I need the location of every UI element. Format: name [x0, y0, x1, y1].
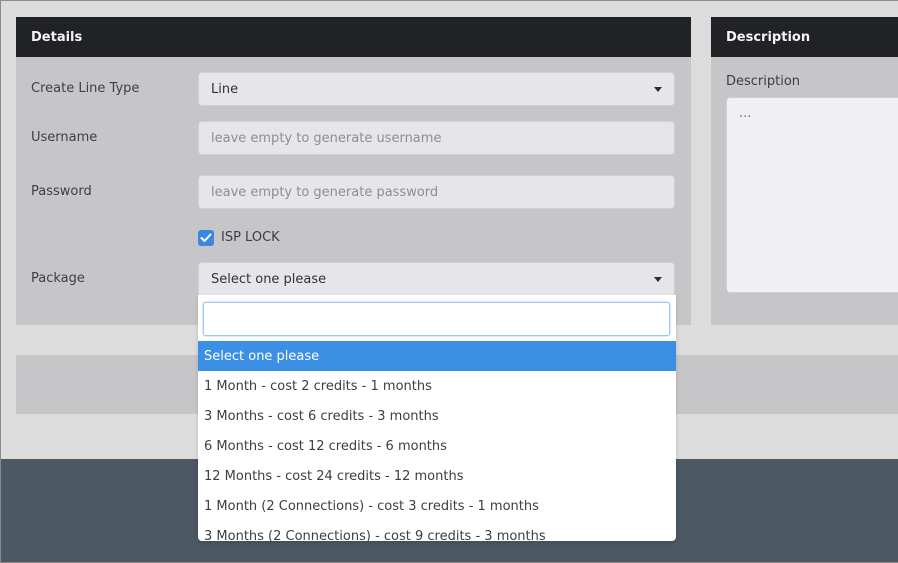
username-input[interactable]: leave empty to generate username — [198, 121, 675, 155]
check-icon — [200, 233, 212, 242]
password-placeholder: leave empty to generate password — [211, 184, 439, 200]
password-input[interactable]: leave empty to generate password — [198, 175, 675, 209]
package-option[interactable]: 3 Months (2 Connections) - cost 9 credit… — [198, 521, 676, 542]
package-option[interactable]: 3 Months - cost 6 credits - 3 months — [198, 401, 676, 431]
details-header: Details — [16, 17, 691, 57]
isp-lock-label: ISP LOCK — [221, 230, 280, 245]
line-type-select[interactable]: Line — [198, 72, 675, 106]
package-value: Select one please — [211, 271, 327, 287]
package-label: Package — [31, 271, 85, 286]
package-select[interactable]: Select one please — [198, 262, 675, 296]
password-label: Password — [31, 184, 92, 199]
package-options-list: Select one please 1 Month - cost 2 credi… — [198, 341, 676, 541]
package-search-input[interactable] — [203, 302, 670, 336]
description-label: Description — [726, 74, 801, 89]
isp-lock-checkbox[interactable] — [198, 230, 214, 246]
line-type-label: Create Line Type — [31, 81, 140, 96]
description-header: Description — [711, 17, 898, 57]
description-textarea[interactable]: ... — [726, 97, 898, 293]
caret-down-icon — [654, 87, 662, 92]
package-dropdown: Select one please 1 Month - cost 2 credi… — [198, 295, 676, 541]
caret-down-icon — [654, 277, 662, 282]
description-panel: Description Description ... — [711, 17, 898, 325]
description-placeholder: ... — [739, 106, 752, 121]
username-placeholder: leave empty to generate username — [211, 130, 442, 146]
package-option[interactable]: 1 Month (2 Connections) - cost 3 credits… — [198, 491, 676, 521]
line-type-value: Line — [211, 81, 239, 97]
package-option[interactable]: 6 Months - cost 12 credits - 6 months — [198, 431, 676, 461]
package-option[interactable]: Select one please — [198, 341, 676, 371]
package-option[interactable]: 1 Month - cost 2 credits - 1 months — [198, 371, 676, 401]
page-frame: Details Create Line Type Line Username l… — [0, 0, 898, 563]
username-label: Username — [31, 130, 98, 145]
package-option[interactable]: 12 Months - cost 24 credits - 12 months — [198, 461, 676, 491]
details-panel: Details Create Line Type Line Username l… — [16, 17, 691, 325]
